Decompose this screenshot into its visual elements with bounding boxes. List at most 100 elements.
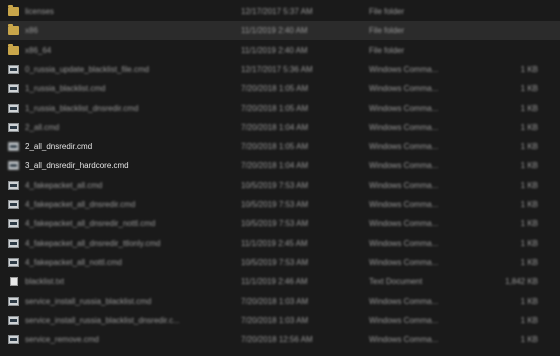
file-row[interactable]: 2_all_dnsredir.cmd 7/20/2018 1:05 AM Windo… (0, 137, 560, 156)
file-list: licenses 12/17/2017 5:37 AM File folder x86… (0, 0, 560, 356)
cmd-file-icon (8, 219, 19, 229)
file-row[interactable]: x86_64 11/1/2019 2:40 AM File folder (0, 41, 560, 60)
date-modified: 12/17/2017 5:36 AM (241, 64, 313, 74)
cmd-file-icon (8, 103, 19, 113)
file-type: Windows Comma... (369, 84, 439, 94)
file-row[interactable]: 4_fakepacket_all_dnsredir_ttlonly.cmd 11/… (0, 234, 560, 253)
file-type: Windows Comma... (369, 180, 439, 190)
file-type: Windows Comma... (369, 200, 439, 209)
cmd-file-icon (8, 315, 19, 325)
file-size: 1 KB (520, 315, 538, 325)
file-type: Windows Comma... (369, 238, 439, 248)
file-row[interactable]: 2_all.cmd 7/20/2018 1:04 AM Windows Comma.… (0, 118, 560, 137)
date-modified: 7/20/2018 1:04 AM (241, 161, 309, 171)
file-type: File folder (369, 45, 405, 55)
file-type: Windows Comma... (369, 257, 439, 267)
file-name: service_remove.cmd (25, 335, 99, 345)
file-type: Windows Comma... (369, 296, 439, 306)
folder-icon (8, 24, 19, 36)
file-size: 1 KB (520, 257, 538, 267)
file-row[interactable]: 4_fakepacket_all.cmd 10/5/2019 7:53 AM Win… (0, 176, 560, 195)
file-size: 1 KB (520, 161, 538, 171)
date-modified: 7/20/2018 1:03 AM (241, 296, 309, 306)
date-modified: 10/5/2019 7:53 AM (241, 257, 309, 267)
date-modified: 7/20/2018 1:04 AM (241, 122, 309, 132)
date-modified: 11/1/2019 2:40 AM (241, 26, 308, 36)
file-row[interactable]: 0_russia_update_blacklist_file.cmd 12/17/… (0, 60, 560, 79)
file-type: Windows Comma... (369, 103, 439, 113)
file-row[interactable]: 4_fakepacket_all_nottl.cmd 10/5/2019 7:53… (0, 253, 560, 272)
file-name: 3_all_dnsredir_hardcore.cmd (25, 161, 129, 171)
file-size: 1 KB (520, 84, 538, 94)
file-size: 1 KB (520, 219, 538, 229)
file-name: 4_fakepacket_all_dnsredir_ttlonly.cmd (25, 238, 161, 248)
file-name: x86_64 (25, 45, 52, 55)
file-size: 1,842 KB (505, 277, 538, 287)
file-type: Windows Comma... (369, 122, 439, 132)
file-row[interactable]: 1_russia_blacklist.cmd 7/20/2018 1:05 AM W… (0, 79, 560, 98)
file-name: 1_russia_blacklist.cmd (25, 84, 106, 94)
file-name: service_install_russia_blacklist_dnsredi… (25, 315, 180, 325)
file-row[interactable]: service_install_russia_blacklist.cmd 7/20… (0, 292, 560, 311)
date-modified: 7/20/2018 1:05 AM (241, 142, 309, 152)
cmd-file-icon (8, 180, 19, 190)
file-type: Windows Comma... (369, 219, 439, 229)
file-size: 1 KB (520, 296, 538, 306)
date-modified: 10/5/2019 7:53 AM (241, 180, 309, 190)
file-row[interactable]: 4_fakepacket_all_dnsredir_nottl.cmd 10/5/… (0, 214, 560, 233)
file-name: blacklist.txt (25, 277, 65, 287)
date-modified: 11/1/2019 2:45 AM (241, 238, 308, 248)
file-type: Windows Comma... (369, 335, 439, 345)
file-type: Windows Comma... (369, 142, 439, 152)
file-name: 4_fakepacket_all_dnsredir_nottl.cmd (25, 219, 156, 229)
file-type: Text Document (369, 277, 423, 287)
file-type: Windows Comma... (369, 315, 439, 325)
file-row[interactable]: 4_fakepacket_all_dnsredir.cmd 10/5/2019 7… (0, 195, 560, 214)
cmd-file-icon (8, 122, 19, 132)
date-modified: 11/1/2019 2:40 AM (241, 45, 308, 55)
cmd-file-icon (8, 296, 19, 306)
date-modified: 7/20/2018 12:56 AM (241, 335, 313, 345)
cmd-file-icon (8, 257, 19, 267)
file-name: licenses (25, 7, 54, 16)
folder-icon (8, 43, 19, 55)
file-name: 4_fakepacket_all.cmd (25, 180, 103, 190)
file-size: 1 KB (520, 64, 538, 74)
date-modified: 7/20/2018 1:05 AM (241, 84, 309, 94)
file-row[interactable]: service_install_russia_blacklist_dnsredi… (0, 311, 560, 330)
date-modified: 10/5/2019 7:53 AM (241, 200, 309, 209)
date-modified: 12/17/2017 5:37 AM (241, 7, 313, 16)
file-name: 2_all_dnsredir.cmd (25, 142, 93, 152)
date-modified: 7/20/2018 1:05 AM (241, 103, 309, 113)
file-size: 1 KB (520, 180, 538, 190)
file-row[interactable]: service_remove.cmd 7/20/2018 12:56 AM Wind… (0, 330, 560, 349)
file-size: 1 KB (520, 335, 538, 345)
file-type: Windows Comma... (369, 161, 439, 171)
file-name: 4_fakepacket_all_nottl.cmd (25, 257, 122, 267)
date-modified: 11/1/2019 2:46 AM (241, 277, 308, 287)
text-file-icon (10, 277, 18, 287)
file-row[interactable]: 1_russia_blacklist_dnsredir.cmd 7/20/2018… (0, 99, 560, 118)
file-size: 1 KB (520, 142, 538, 152)
folder-icon (8, 5, 19, 16)
file-row[interactable]: 3_all_dnsredir_hardcore.cmd 7/20/2018 1:0… (0, 156, 560, 175)
file-row[interactable]: blacklist.txt 11/1/2019 2:46 AM Text Docum… (0, 272, 560, 291)
file-size: 1 KB (520, 200, 538, 209)
file-size: 1 KB (520, 122, 538, 132)
file-name: service_install_russia_blacklist.cmd (25, 296, 152, 306)
file-size: 1 KB (520, 103, 538, 113)
file-name: 1_russia_blacklist_dnsredir.cmd (25, 103, 139, 113)
cmd-file-icon (8, 335, 19, 345)
cmd-file-icon (8, 84, 19, 94)
date-modified: 10/5/2019 7:53 AM (241, 219, 309, 229)
file-row[interactable]: licenses 12/17/2017 5:37 AM File folder (0, 2, 560, 21)
date-modified: 7/20/2018 1:03 AM (241, 315, 309, 325)
file-name: 0_russia_update_blacklist_file.cmd (25, 64, 150, 74)
file-type: File folder (369, 7, 405, 16)
file-name: 2_all.cmd (25, 122, 60, 132)
file-name: 4_fakepacket_all_dnsredir.cmd (25, 200, 136, 209)
cmd-file-icon (8, 161, 19, 171)
cmd-file-icon (8, 238, 19, 248)
cmd-file-icon (8, 64, 19, 74)
file-row[interactable]: x86 11/1/2019 2:40 AM File folder (0, 21, 560, 41)
